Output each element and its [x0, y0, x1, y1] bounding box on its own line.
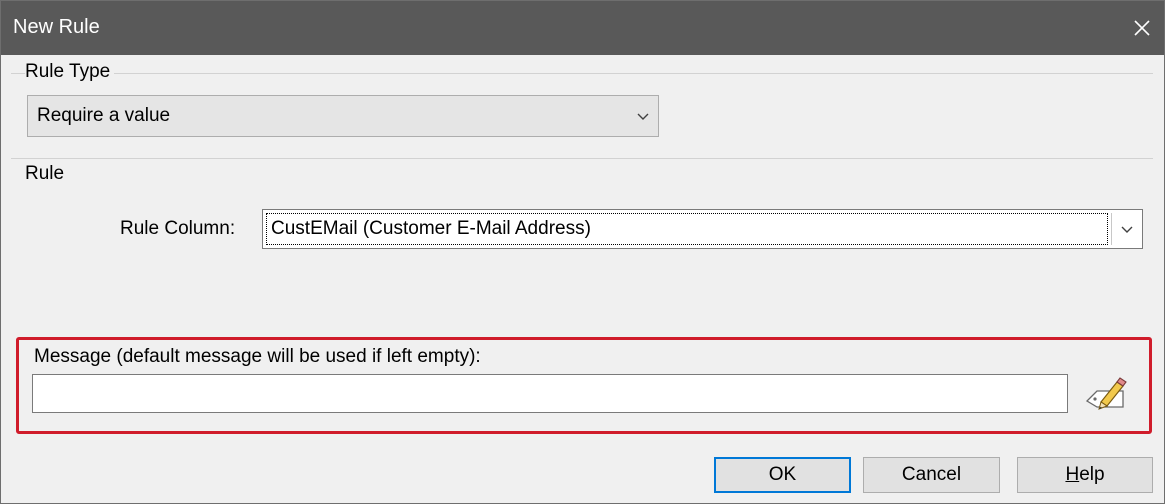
rule-separator — [11, 158, 1153, 159]
message-edit-button[interactable] — [1081, 371, 1129, 415]
title-bar[interactable]: New Rule — [1, 1, 1164, 55]
message-label: Message (default message will be used if… — [34, 346, 481, 367]
help-button[interactable]: Help — [1017, 457, 1153, 493]
close-button[interactable] — [1118, 1, 1164, 55]
rule-column-dropdown[interactable]: CustEMail (Customer E-Mail Address) — [262, 209, 1143, 249]
cancel-button[interactable]: Cancel — [863, 457, 1000, 493]
chevron-down-icon — [628, 96, 658, 136]
new-rule-dialog: New Rule Rule Type Require a value Rule … — [0, 0, 1165, 504]
rule-group-label: Rule — [25, 163, 69, 185]
dialog-title: New Rule — [13, 16, 100, 38]
rule-column-label: Rule Column: — [120, 218, 236, 239]
chevron-down-icon — [1112, 210, 1142, 248]
ok-button[interactable]: OK — [714, 457, 851, 493]
rule-type-selected-value: Require a value — [37, 105, 171, 126]
help-mnemonic: H — [1065, 464, 1080, 485]
close-icon — [1134, 20, 1150, 36]
rule-type-dropdown[interactable]: Require a value — [27, 95, 659, 137]
help-label-rest: elp — [1079, 464, 1105, 485]
pencil-edit-icon — [1085, 377, 1127, 410]
message-input[interactable] — [32, 374, 1068, 413]
rule-type-separator — [11, 73, 1153, 74]
rule-column-selected-value: CustEMail (Customer E-Mail Address) — [266, 213, 1108, 245]
rule-type-group-label: Rule Type — [25, 61, 115, 83]
